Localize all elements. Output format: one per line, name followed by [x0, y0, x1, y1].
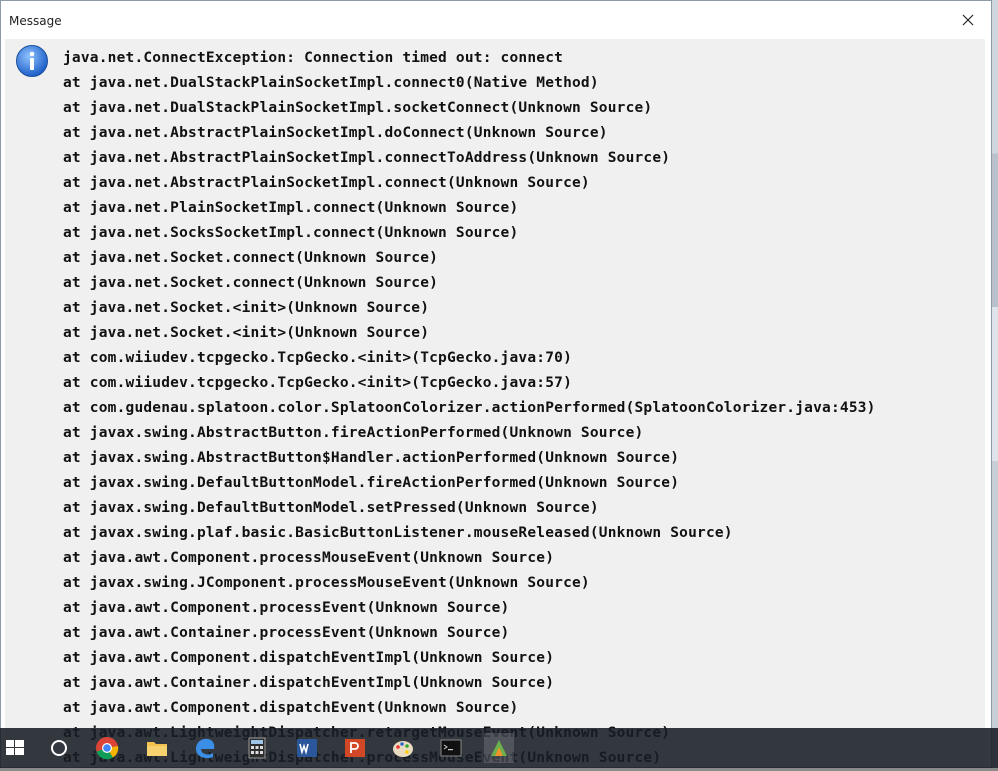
windows-taskbar	[0, 728, 998, 768]
stack-frame-line: at java.net.AbstractPlainSocketImpl.conn…	[63, 150, 671, 166]
stack-frame-line: at javax.swing.plaf.basic.BasicButtonLis…	[63, 525, 733, 541]
paint-button[interactable]	[388, 733, 418, 763]
windows-logo-icon	[6, 740, 24, 755]
stack-frame-line: at java.net.DualStackPlainSocketImpl.soc…	[63, 100, 653, 116]
stack-frame-line: at java.net.AbstractPlainSocketImpl.conn…	[63, 175, 590, 191]
exception-message-line: java.net.ConnectException: Connection ti…	[63, 50, 564, 66]
edge-icon	[196, 738, 215, 759]
word-icon	[297, 739, 317, 757]
stack-frame-line: at java.awt.Component.dispatchEventImpl(…	[63, 650, 555, 666]
stack-frame-line: at javax.swing.DefaultButtonModel.setPre…	[63, 500, 599, 516]
message-dialog: Message java.net.ConnectException: Conne…	[0, 0, 992, 768]
command-prompt-button[interactable]	[436, 733, 466, 763]
word-button[interactable]	[292, 733, 322, 763]
powerpoint-icon	[345, 739, 365, 757]
stack-frame-line: at com.wiiudev.tcpgecko.TcpGecko.<init>(…	[63, 375, 572, 391]
calculator-icon	[248, 737, 266, 759]
edge-button[interactable]	[190, 733, 220, 763]
stack-frame-line: at javax.swing.JComponent.processMouseEv…	[63, 575, 590, 591]
stack-frame-line: at javax.swing.AbstractButton.fireAction…	[63, 425, 644, 441]
dialog-title: Message	[9, 14, 62, 28]
dialog-titlebar[interactable]: Message	[1, 1, 991, 39]
info-icon	[16, 45, 48, 77]
calculator-button[interactable]	[242, 733, 272, 763]
stack-frame-line: at java.awt.Component.processEvent(Unkno…	[63, 600, 510, 616]
close-icon	[962, 14, 974, 26]
stack-frame-line: at java.awt.Component.dispatchEvent(Unkn…	[63, 700, 519, 716]
cortana-button[interactable]	[44, 733, 74, 763]
chrome-icon	[96, 737, 119, 760]
app-icon	[491, 740, 507, 756]
stack-frame-line: at java.net.SocksSocketImpl.connect(Unkn…	[63, 225, 519, 241]
stack-trace-text: java.net.ConnectException: Connection ti…	[63, 46, 876, 771]
stack-frame-line: at com.gudenau.splatoon.color.SplatoonCo…	[63, 400, 876, 416]
folder-icon	[147, 742, 167, 756]
stack-frame-line: at javax.swing.AbstractButton$Handler.ac…	[63, 450, 680, 466]
stack-frame-line: at java.net.AbstractPlainSocketImpl.doCo…	[63, 125, 608, 141]
start-button[interactable]	[0, 733, 30, 763]
stack-frame-line: at javax.swing.DefaultButtonModel.fireAc…	[63, 475, 680, 491]
stack-frame-line: at java.awt.Component.processMouseEvent(…	[63, 550, 555, 566]
stack-frame-line: at java.net.Socket.connect(Unknown Sourc…	[63, 250, 439, 266]
stack-frame-line: at java.net.DualStackPlainSocketImpl.con…	[63, 75, 599, 91]
file-explorer-button[interactable]	[142, 733, 172, 763]
stack-frame-line: at java.net.Socket.connect(Unknown Sourc…	[63, 275, 439, 291]
stack-frame-line: at java.net.Socket.<init>(Unknown Source…	[63, 300, 430, 316]
stack-frame-line: at java.net.PlainSocketImpl.connect(Unkn…	[63, 200, 519, 216]
chrome-button[interactable]	[92, 733, 122, 763]
powerpoint-button[interactable]	[340, 733, 370, 763]
paint-palette-icon	[393, 741, 413, 757]
stack-frame-line: at java.awt.Container.dispatchEventImpl(…	[63, 675, 555, 691]
cortana-circle-icon	[51, 740, 67, 756]
close-button[interactable]	[945, 1, 991, 39]
stack-frame-line: at java.awt.Container.processEvent(Unkno…	[63, 625, 510, 641]
terminal-icon	[440, 739, 462, 757]
colorizer-app-button[interactable]	[484, 733, 514, 763]
stack-frame-line: at java.net.Socket.<init>(Unknown Source…	[63, 325, 430, 341]
stack-frame-line: at com.wiiudev.tcpgecko.TcpGecko.<init>(…	[63, 350, 572, 366]
